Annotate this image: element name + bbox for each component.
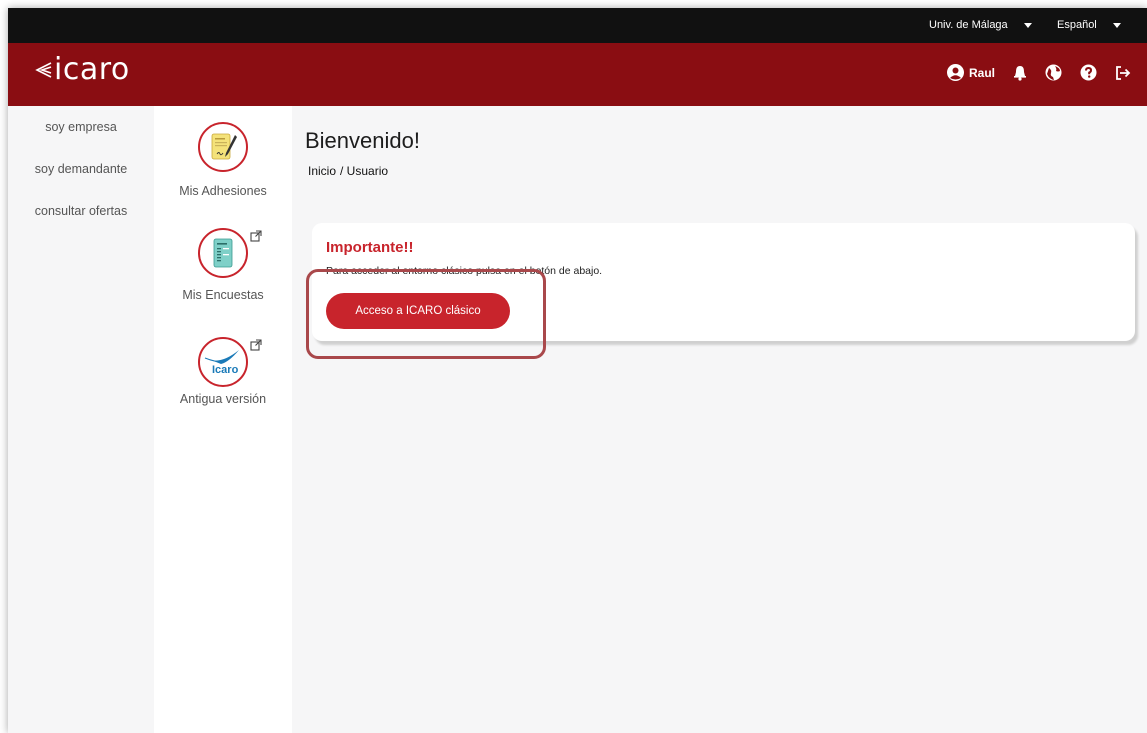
icaro-logo-text: Icaro <box>212 364 239 376</box>
university-selector[interactable]: Univ. de Málaga <box>929 19 1032 31</box>
sidebar: soy empresa soy demandante consultar ofe… <box>8 106 154 733</box>
sidebar-item-soy-demandante[interactable]: soy demandante <box>8 162 154 176</box>
survey-icon <box>198 228 248 278</box>
breadcrumb-home[interactable]: Inicio <box>308 164 336 178</box>
user-menu[interactable]: Raul <box>946 64 995 81</box>
shortcut-column: Mis Adhesiones Mis Encuestas Icaro Antig… <box>154 106 292 733</box>
globe-icon[interactable] <box>1045 64 1062 81</box>
language-selector[interactable]: Español <box>1057 19 1121 31</box>
logo-text: icaro <box>54 52 130 87</box>
shortcut-label: Mis Adhesiones <box>179 184 267 198</box>
bell-icon[interactable] <box>1013 65 1027 81</box>
top-bar: Univ. de Málaga Español <box>8 8 1147 43</box>
classic-icaro-button[interactable]: Acceso a ICARO clásico <box>326 293 510 329</box>
breadcrumb-current: / Usuario <box>340 164 389 178</box>
external-link-icon <box>250 230 262 242</box>
breadcrumb: Inicio / Usuario <box>308 164 392 178</box>
university-label: Univ. de Málaga <box>929 19 1008 31</box>
main-content: Bienvenido! Inicio / Usuario Importante!… <box>292 106 1147 733</box>
shortcut-label: Antigua versión <box>179 392 267 406</box>
notice-card: Importante!! Para acceder al entorno clá… <box>312 223 1135 341</box>
header-actions: Raul <box>946 64 1131 81</box>
logout-icon[interactable] <box>1115 65 1131 81</box>
user-name: Raul <box>968 65 995 80</box>
external-link-icon <box>250 339 262 351</box>
notice-title: Importante!! <box>326 239 414 256</box>
language-label: Español <box>1057 19 1097 31</box>
logo[interactable]: icaro <box>34 55 130 85</box>
sidebar-item-consultar-ofertas[interactable]: consultar ofertas <box>8 204 154 218</box>
wing-icon <box>35 62 52 78</box>
document-sign-icon <box>198 122 248 172</box>
page-title: Bienvenido! <box>305 128 420 153</box>
header: icaro Raul <box>8 43 1147 106</box>
shortcut-label: Mis Encuestas <box>182 288 264 302</box>
help-icon[interactable] <box>1080 64 1097 81</box>
notice-text: Para acceder al entorno clásico pulsa en… <box>326 265 603 277</box>
user-circle-icon <box>946 64 964 81</box>
icaro-logo-icon: Icaro <box>198 337 248 387</box>
sidebar-item-soy-empresa[interactable]: soy empresa <box>8 120 154 134</box>
chevron-down-icon <box>1112 22 1121 28</box>
app-window: Univ. de Málaga Español icaro Raul soy e… <box>8 8 1147 733</box>
chevron-down-icon <box>1023 22 1032 28</box>
